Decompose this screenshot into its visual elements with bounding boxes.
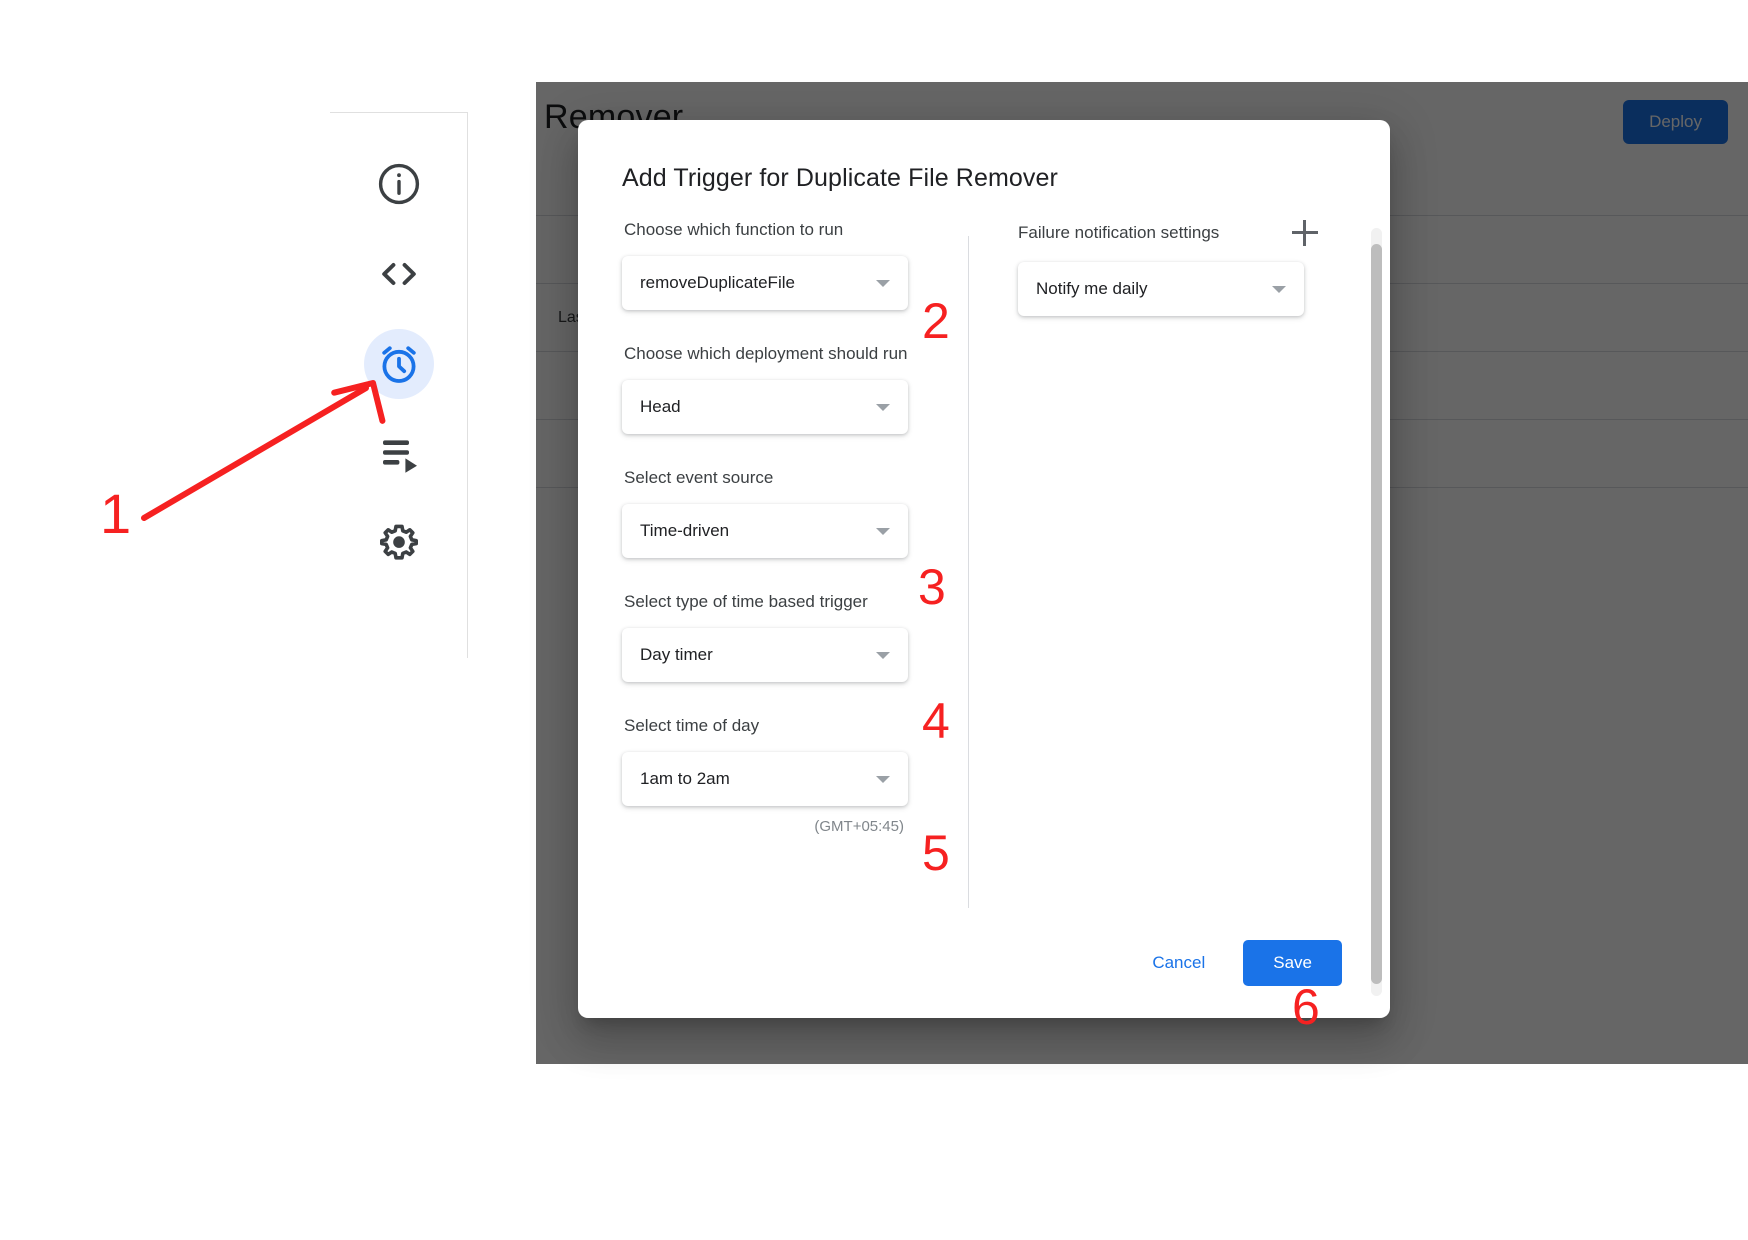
gear-icon — [375, 520, 423, 568]
failure-notification-label: Failure notification settings — [1018, 223, 1220, 242]
sidebar-item-overview[interactable] — [364, 149, 434, 219]
cancel-button[interactable]: Cancel — [1136, 943, 1221, 983]
deployment-label: Choose which deployment should run — [624, 344, 908, 363]
sidebar-item-triggers[interactable] — [363, 329, 434, 399]
icon-sidebar — [330, 112, 468, 658]
sidebar-item-settings[interactable] — [364, 509, 434, 579]
column-divider — [968, 236, 969, 908]
time-trigger-type-select-value: Day timer — [640, 645, 713, 664]
time-trigger-type-field: Select type of time based trigger Day ti… — [622, 592, 968, 682]
chevron-down-icon — [876, 403, 890, 411]
time-trigger-type-label: Select type of time based trigger — [624, 592, 868, 611]
timezone-hint: (GMT+05:45) — [814, 818, 904, 835]
add-trigger-dialog: Add Trigger for Duplicate File Remover C… — [578, 120, 1390, 1018]
notification-frequency-value: Notify me daily — [1036, 279, 1148, 298]
notification-frequency-select[interactable]: Notify me daily — [1018, 262, 1304, 316]
chevron-down-icon — [876, 527, 890, 535]
chevron-down-icon — [1272, 285, 1286, 293]
dialog-scrollbar[interactable] — [1371, 228, 1382, 996]
chevron-down-icon — [876, 775, 890, 783]
code-brackets-icon — [375, 250, 423, 298]
event-source-label: Select event source — [624, 468, 774, 487]
time-of-day-field: Select time of day 1am to 2am (GMT+05:45… — [622, 716, 968, 835]
dialog-body: Choose which function to run removeDupli… — [578, 220, 1390, 908]
function-select[interactable]: removeDuplicateFile — [622, 256, 908, 310]
deployment-select-value: Head — [640, 397, 681, 416]
chevron-down-icon — [876, 651, 890, 659]
event-source-select[interactable]: Time-driven — [622, 504, 908, 558]
event-source-field: Select event source Time-driven — [622, 468, 968, 558]
annotation-number-2: 2 — [922, 293, 950, 349]
info-icon — [375, 160, 423, 208]
annotation-number-5: 5 — [922, 825, 950, 881]
annotation-number-4: 4 — [922, 693, 950, 749]
function-field: Choose which function to run removeDupli… — [622, 220, 968, 310]
annotation-number-6: 6 — [1292, 979, 1320, 1035]
dialog-title: Add Trigger for Duplicate File Remover — [622, 164, 1058, 192]
time-of-day-select[interactable]: 1am to 2am — [622, 752, 908, 806]
plus-icon[interactable] — [1292, 220, 1318, 246]
function-label: Choose which function to run — [624, 220, 844, 239]
dialog-right-column: Failure notification settings Notify me … — [1018, 220, 1348, 316]
function-select-value: removeDuplicateFile — [640, 273, 795, 292]
time-trigger-type-select[interactable]: Day timer — [622, 628, 908, 682]
sidebar-item-executions[interactable] — [364, 419, 434, 489]
dialog-left-column: Choose which function to run removeDupli… — [622, 220, 968, 835]
executions-list-play-icon — [375, 430, 423, 478]
sidebar-item-editor[interactable] — [364, 239, 434, 309]
time-of-day-select-value: 1am to 2am — [640, 769, 730, 788]
chevron-down-icon — [876, 279, 890, 287]
annotation-number-3: 3 — [918, 559, 946, 615]
time-of-day-label: Select time of day — [624, 716, 760, 735]
deployment-field: Choose which deployment should run Head — [622, 344, 968, 434]
event-source-select-value: Time-driven — [640, 521, 730, 540]
dialog-scrollbar-thumb[interactable] — [1371, 244, 1382, 984]
failure-notification-header: Failure notification settings — [1018, 220, 1318, 246]
annotation-number-1: 1 — [100, 482, 132, 545]
alarm-clock-icon — [375, 340, 423, 388]
deployment-select[interactable]: Head — [622, 380, 908, 434]
